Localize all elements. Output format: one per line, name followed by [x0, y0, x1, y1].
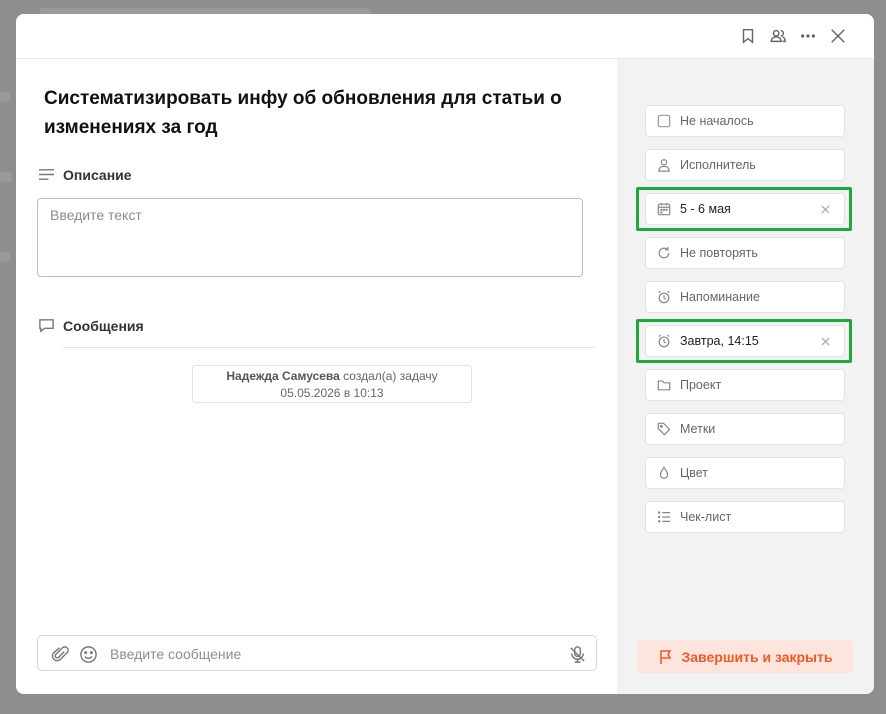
clear-icon[interactable] — [818, 334, 832, 348]
property-project-button[interactable]: Проект — [645, 369, 845, 401]
calendar-icon — [656, 201, 672, 217]
property-dates-button[interactable]: 5 - 6 мая — [645, 193, 845, 225]
messages-header: Сообщения — [38, 317, 144, 334]
modal-header — [16, 14, 874, 59]
property-reminder-set-button[interactable]: Завтра, 14:15 — [645, 325, 845, 357]
property-assignee-label: Исполнитель — [680, 158, 756, 172]
messages-divider — [63, 347, 595, 348]
description-input[interactable] — [37, 198, 583, 277]
tag-icon — [656, 421, 672, 437]
alarm-icon — [656, 333, 672, 349]
lines-icon — [38, 169, 55, 180]
user-icon — [656, 157, 672, 173]
description-label: Описание — [63, 166, 132, 183]
backdrop-line — [0, 172, 12, 182]
more-icon[interactable] — [798, 26, 818, 46]
comment-icon — [39, 319, 54, 333]
property-checklist-label: Чек-лист — [680, 510, 732, 524]
mic-off-icon[interactable] — [567, 644, 587, 664]
task-modal: Систематизировать инфу об обновления для… — [16, 14, 874, 694]
system-message-author: Надежда Самусева — [226, 369, 340, 383]
property-reminder-button[interactable]: Напоминание — [645, 281, 845, 313]
property-repeat-button[interactable]: Не повторять — [645, 237, 845, 269]
system-message-timestamp: 05.05.2026 в 10:13 — [280, 386, 384, 400]
backdrop-line — [0, 252, 10, 262]
property-color-button[interactable]: Цвет — [645, 457, 845, 489]
property-status-label: Не началось — [680, 114, 754, 128]
property-reminder-label: Напоминание — [680, 290, 760, 304]
property-repeat-label: Не повторять — [680, 246, 758, 260]
close-icon[interactable] — [828, 26, 848, 46]
property-status-button[interactable]: Не началось — [645, 105, 845, 137]
property-project-label: Проект — [680, 378, 722, 392]
users-icon[interactable] — [768, 26, 788, 46]
repeat-icon — [656, 245, 672, 261]
description-header: Описание — [38, 166, 132, 183]
checklist-icon — [656, 509, 672, 525]
task-title[interactable]: Систематизировать инфу об обновления для… — [44, 84, 584, 142]
property-assignee-button[interactable]: Исполнитель — [645, 149, 845, 181]
clear-icon[interactable] — [818, 202, 832, 216]
emoji-icon[interactable] — [78, 644, 98, 664]
property-reminder-set-label: Завтра, 14:15 — [680, 334, 759, 348]
message-input[interactable] — [110, 642, 550, 666]
paperclip-icon[interactable] — [50, 644, 70, 664]
task-main-panel: Систематизировать инфу об обновления для… — [16, 59, 617, 694]
flag-icon — [659, 649, 671, 664]
alarm-icon — [656, 289, 672, 305]
property-tags-label: Метки — [680, 422, 716, 436]
system-message-action: создал(а) задачу — [343, 369, 438, 383]
property-dates-label: 5 - 6 мая — [680, 202, 731, 216]
message-composer — [37, 635, 597, 671]
system-message: Надежда Самусева создал(а) задачу 05.05.… — [192, 365, 472, 403]
task-properties-panel: Не началось Исполнитель 5 - 6 мая Не повтор… — [617, 59, 874, 694]
property-color-label: Цвет — [680, 466, 709, 480]
checkbox-icon — [656, 113, 672, 129]
complete-and-close-label: Завершить и закрыть — [681, 648, 833, 665]
bookmark-icon[interactable] — [738, 26, 758, 46]
messages-label: Сообщения — [63, 317, 144, 334]
complete-and-close-button[interactable]: Завершить и закрыть — [637, 640, 853, 673]
property-tags-button[interactable]: Метки — [645, 413, 845, 445]
folder-icon — [656, 377, 672, 393]
backdrop-line — [0, 92, 10, 102]
drop-icon — [656, 465, 672, 481]
property-checklist-button[interactable]: Чек-лист — [645, 501, 845, 533]
